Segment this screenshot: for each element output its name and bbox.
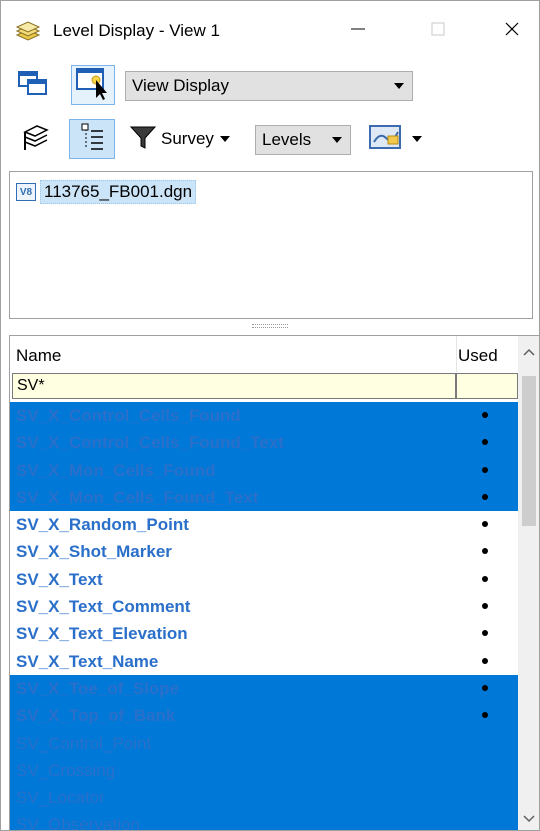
level-row[interactable]: SV_Control_Point (10, 729, 518, 757)
used-filter-input[interactable] (456, 373, 518, 399)
level-row[interactable]: SV_X_Top_of_Bank (10, 702, 518, 730)
level-name: SV_X_Random_Point (16, 515, 189, 535)
chevron-down-icon (394, 83, 404, 89)
level-name: SV_X_Mon_Cells_Found_Text (16, 487, 259, 507)
chevron-down-icon (332, 137, 342, 143)
minimize-icon (350, 21, 366, 42)
view-windows-button[interactable] (13, 67, 53, 103)
file-name: 113765_FB001.dgn (40, 180, 197, 204)
level-name: SV_Observation (16, 815, 140, 831)
filter-dropdown[interactable]: Survey (129, 123, 239, 155)
filter-row: SV* (10, 373, 518, 401)
select-view-button[interactable] (71, 65, 115, 105)
column-header-name[interactable]: Name (16, 346, 61, 366)
filter-icon (129, 123, 157, 156)
levels-select-value: Levels (262, 130, 312, 149)
list-view-button[interactable] (69, 119, 115, 159)
column-divider[interactable] (456, 336, 457, 372)
title-bar: Level Display - View 1 (1, 1, 539, 59)
used-indicator-icon (482, 603, 488, 610)
level-row[interactable]: SV_X_Shot_Marker (10, 538, 518, 565)
level-name: SV_Locator (16, 788, 105, 808)
level-row[interactable]: SV_X_Random_Point (10, 511, 518, 538)
vertical-scrollbar[interactable] (518, 336, 539, 830)
used-indicator-icon (482, 521, 488, 528)
level-name: SV_X_Text_Comment (16, 597, 191, 617)
used-indicator-icon (482, 712, 488, 719)
close-icon (504, 21, 520, 42)
scrollbar-thumb[interactable] (522, 376, 536, 526)
level-row[interactable]: SV_Crossing (10, 756, 518, 785)
level-name: SV_X_Toe_of_Slope (16, 678, 180, 698)
view-windows-icon (16, 68, 50, 103)
panel-splitter[interactable] (9, 319, 531, 333)
level-row[interactable]: SV_X_Text_Comment (10, 593, 518, 620)
minimize-button[interactable] (333, 11, 383, 51)
used-indicator-icon (482, 657, 488, 664)
file-tree-item[interactable]: V8 113765_FB001.dgn (16, 180, 197, 204)
scroll-up-button[interactable] (518, 342, 539, 362)
used-indicator-icon (482, 684, 488, 691)
used-indicator-icon (482, 575, 488, 582)
level-manager-button[interactable] (17, 123, 53, 155)
view-select-value: View Display (132, 76, 230, 95)
splitter-grip-icon (252, 324, 288, 328)
used-indicator-icon (482, 630, 488, 637)
used-indicator-icon (482, 466, 488, 473)
used-indicator-icon (482, 548, 488, 555)
maximize-button[interactable] (413, 11, 463, 51)
chevron-down-icon (412, 136, 422, 142)
level-name: SV_X_Text_Elevation (16, 624, 188, 644)
levels-select[interactable]: Levels (255, 125, 351, 155)
view-toolbar: View Display (1, 59, 539, 111)
chevron-down-icon (219, 136, 230, 142)
list-header: Name Used (10, 336, 518, 372)
level-name: SV_Control_Point (16, 733, 152, 753)
level-row[interactable]: SV_Observation (10, 811, 518, 831)
close-button[interactable] (487, 11, 537, 51)
used-indicator-icon (482, 412, 488, 418)
level-name: SV_X_Control_Cells_Found_Text (16, 433, 284, 453)
level-row[interactable]: SV_X_Text (10, 566, 518, 593)
used-indicator-icon (482, 439, 488, 446)
maximize-icon (431, 22, 445, 41)
level-row[interactable]: SV_X_Toe_of_Slope (10, 674, 518, 703)
level-name: SV_X_Mon_Cells_Found (16, 460, 216, 480)
level-name: SV_Crossing (16, 760, 116, 780)
used-indicator-icon (482, 493, 488, 500)
level-display-window: Level Display - View 1 View Display Surv… (0, 0, 540, 831)
level-name: SV_X_Text (16, 569, 103, 589)
level-row[interactable]: SV_X_Mon_Cells_Found (10, 456, 518, 484)
level-name: SV_X_Top_of_Bank (16, 706, 176, 726)
level-row[interactable]: SV_X_Text_Elevation (10, 620, 518, 647)
level-toolbar: Survey Levels (1, 111, 539, 167)
select-view-icon (74, 66, 112, 105)
level-list-panel: Name Used SV* SV_X_Control_Cells_Found SV… (9, 335, 539, 831)
filter-label: Survey (161, 129, 214, 148)
window-title: Level Display - View 1 (53, 21, 220, 40)
chevron-up-icon (523, 343, 535, 361)
level-row[interactable]: SV_X_Text_Name (10, 648, 518, 675)
column-header-used[interactable]: Used (458, 346, 498, 366)
level-row[interactable]: SV_X_Control_Cells_Found (10, 402, 518, 430)
chevron-down-icon (523, 810, 535, 828)
level-manager-icon (19, 122, 51, 157)
v8-file-icon: V8 (16, 183, 36, 201)
level-name: SV_X_Text_Name (16, 651, 159, 671)
level-name: SV_X_Control_Cells_Found (16, 406, 241, 425)
scroll-down-button[interactable] (518, 809, 539, 829)
list-view-icon (77, 121, 107, 158)
level-row[interactable]: SV_Locator (10, 784, 518, 812)
view-select[interactable]: View Display (125, 71, 413, 101)
display-mode-icon (368, 124, 402, 155)
levels-stack-icon (15, 21, 41, 43)
level-row[interactable]: SV_X_Control_Cells_Found_Text (10, 429, 518, 457)
name-filter-input[interactable]: SV* (12, 373, 456, 399)
level-row[interactable]: SV_X_Mon_Cells_Found_Text (10, 483, 518, 512)
file-tree-panel: V8 113765_FB001.dgn (9, 171, 533, 319)
level-rows: SV_X_Control_Cells_Found SV_X_Control_Cel… (10, 402, 518, 831)
level-name: SV_X_Shot_Marker (16, 542, 172, 562)
display-mode-dropdown[interactable] (361, 123, 429, 155)
